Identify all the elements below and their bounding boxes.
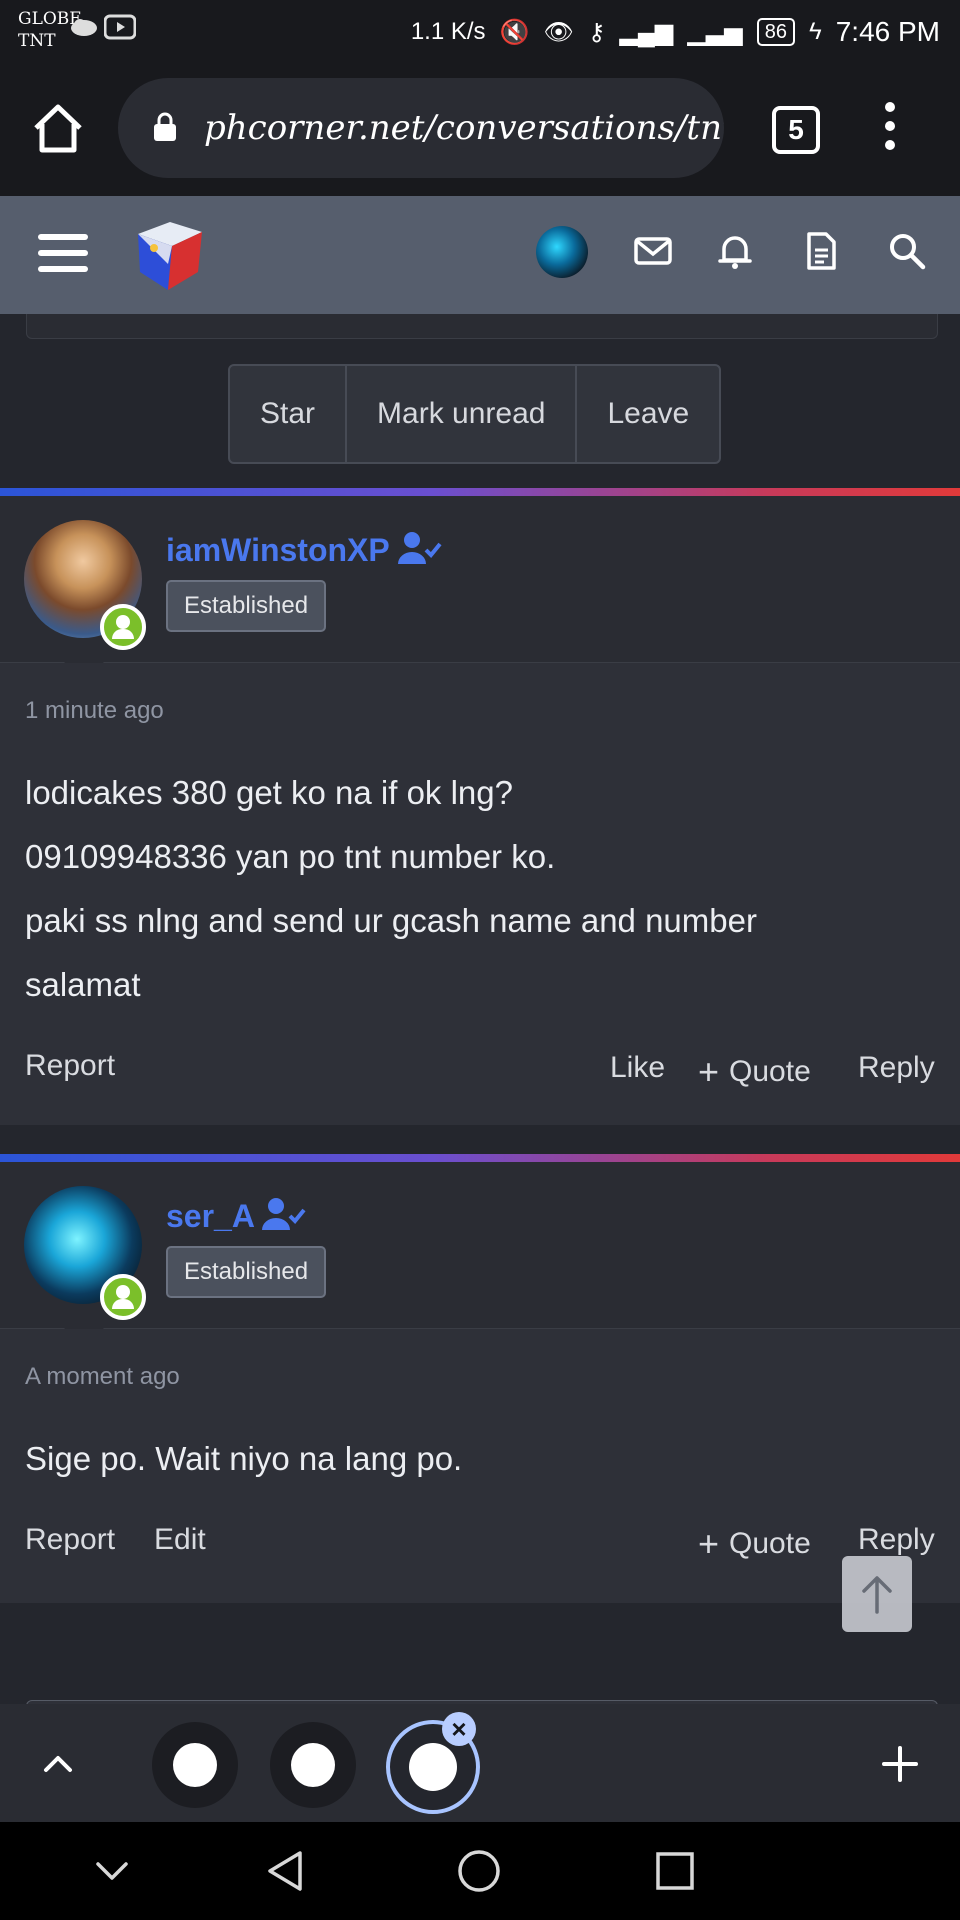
site-favicon	[409, 1743, 457, 1791]
plus-icon: +	[698, 1051, 720, 1092]
user-title-badge: Established	[166, 1246, 327, 1298]
edit-link[interactable]: Edit	[154, 1523, 206, 1557]
site-header	[0, 196, 960, 314]
tab-thumbnail[interactable]	[270, 1722, 356, 1808]
user-check-icon	[398, 532, 442, 564]
leave-button[interactable]: Leave	[577, 366, 719, 462]
status-bar: GLOBE TNT 1.1 K/s 🔇 👁 ⚷ ▂▄▆ ▁▃▅ 86 ϟ 7:4…	[0, 0, 960, 62]
report-link[interactable]: Report	[25, 1523, 115, 1557]
message-header: ser_A Established	[0, 1162, 960, 1329]
scroll-to-top-button[interactable]	[842, 1556, 912, 1632]
browser-toolbar: phcorner.net/conversations/tnt-lo 5	[0, 62, 960, 196]
site-logo[interactable]	[128, 214, 210, 296]
chevron-up-icon[interactable]	[42, 1748, 74, 1778]
bell-icon[interactable]	[714, 230, 756, 272]
tab-switcher-button[interactable]: 5	[772, 106, 820, 154]
search-icon[interactable]	[886, 230, 928, 272]
status-right: 1.1 K/s 🔇 👁 ⚷ ▂▄▆ ▁▃▅ 86 ϟ 7:46 PM	[411, 14, 940, 50]
message-line: salamat	[25, 966, 141, 1003]
lock-icon[interactable]	[152, 112, 178, 142]
address-bar[interactable]: phcorner.net/conversations/tnt-lo	[118, 78, 724, 178]
signal-4g-icon: ▂▄▆	[619, 18, 674, 46]
mail-icon[interactable]	[632, 230, 674, 272]
close-tab-icon[interactable]: ×	[442, 1712, 476, 1746]
username[interactable]: iamWinstonXP	[166, 532, 390, 569]
clock: 7:46 PM	[835, 16, 940, 47]
reply-link[interactable]: Reply	[858, 1523, 935, 1557]
message-body: 1 minute ago lodicakes 380 get ko na if …	[0, 663, 960, 1125]
hamburger-menu-icon[interactable]	[38, 234, 88, 274]
youtube-icon	[104, 14, 136, 40]
quote-link[interactable]: + Quote	[698, 1051, 811, 1093]
online-status-icon	[100, 604, 146, 650]
reply-link[interactable]: Reply	[858, 1051, 935, 1085]
message-line: 09109948336 yan po tnt number ko.	[25, 838, 556, 875]
site-favicon	[291, 1743, 335, 1787]
message-content: lodicakes 380 get ko na if ok lng? 09109…	[25, 761, 757, 1017]
system-nav-bar	[0, 1822, 960, 1920]
conversation-info-box	[26, 314, 938, 339]
tab-thumbnail[interactable]	[152, 1722, 238, 1808]
message-divider	[0, 1154, 960, 1162]
user-check-icon	[262, 1198, 306, 1230]
signal-icon: ▁▃▅	[687, 18, 743, 46]
message-line: paki ss nlng and send ur gcash name and …	[25, 902, 757, 939]
arrow-up-icon	[862, 1576, 892, 1614]
eye-icon: 👁	[543, 18, 574, 46]
cloud-icon	[71, 19, 97, 36]
plus-icon: +	[698, 1523, 720, 1564]
home-icon[interactable]	[30, 100, 86, 156]
new-tab-plus-icon[interactable]	[880, 1744, 920, 1784]
tab-strip: ×	[0, 1704, 960, 1822]
home-nav-icon[interactable]	[456, 1848, 502, 1894]
message-body: A moment ago Sige po. Wait niyo na lang …	[0, 1329, 960, 1603]
site-favicon	[173, 1743, 217, 1787]
report-link[interactable]: Report	[25, 1049, 115, 1083]
charging-icon: ϟ	[809, 18, 822, 45]
document-icon[interactable]	[800, 230, 842, 272]
message-timestamp[interactable]: 1 minute ago	[25, 697, 164, 725]
like-link[interactable]: Like	[610, 1051, 665, 1085]
user-title-badge: Established	[166, 580, 327, 632]
network-speed: 1.1 K/s	[410, 18, 486, 45]
message-divider	[0, 488, 960, 496]
online-status-icon	[100, 1274, 146, 1320]
message-header: iamWinstonXP Established	[0, 496, 960, 663]
user-avatar[interactable]	[536, 226, 588, 278]
recents-icon[interactable]	[654, 1850, 696, 1892]
username[interactable]: ser_A	[166, 1198, 255, 1235]
url-text[interactable]: phcorner.net/conversations/tnt-lo	[204, 108, 724, 148]
overflow-menu-icon[interactable]	[880, 102, 900, 152]
back-icon[interactable]	[262, 1848, 308, 1894]
message-line: Sige po. Wait niyo na lang po.	[25, 1440, 463, 1477]
mark-unread-button[interactable]: Mark unread	[347, 366, 578, 462]
mute-icon: 🔇	[499, 18, 530, 46]
quote-link[interactable]: + Quote	[698, 1523, 811, 1565]
conversation-button-group: Star Mark unread Leave	[228, 364, 722, 464]
chevron-down-icon[interactable]	[94, 1858, 130, 1884]
message-line: lodicakes 380 get ko na if ok lng?	[25, 774, 513, 811]
star-button[interactable]: Star	[230, 366, 348, 462]
message-timestamp[interactable]: A moment ago	[25, 1363, 180, 1391]
key-icon: ⚷	[587, 18, 606, 46]
battery-indicator: 86	[756, 18, 796, 46]
